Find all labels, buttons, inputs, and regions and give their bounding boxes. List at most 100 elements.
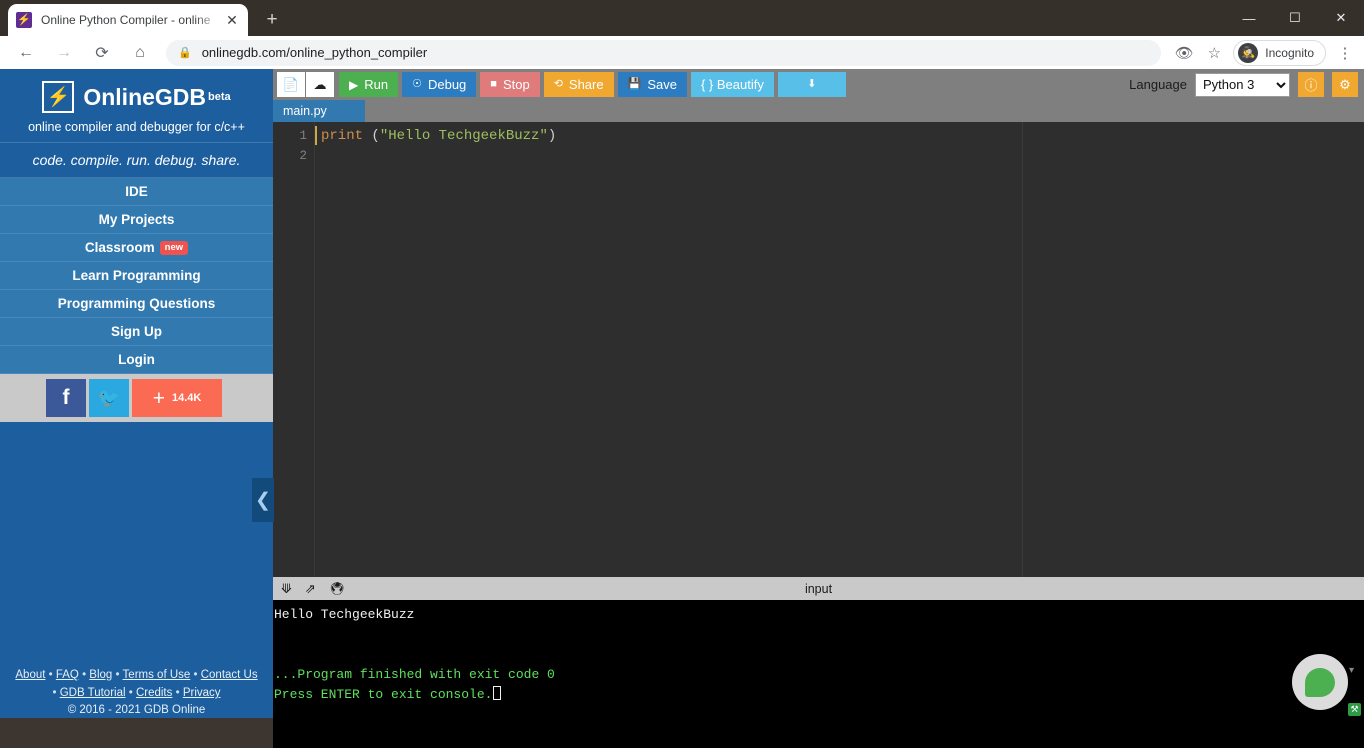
console-output[interactable]: Hello TechgeekBuzz ...Program finished w… [273,600,1364,748]
floppy-icon: 💾 [628,79,642,90]
browser-toolbar: ← → ⟳ ⌂ 🔒 onlinegdb.com/online_python_co… [0,36,1364,69]
sidebar-item-label: Login [118,352,155,367]
line-number-gutter: 1 2 [273,122,314,577]
footer-separator: • [52,687,59,699]
code-token-keyword: print [321,128,363,144]
upload-icon[interactable]: ☁ [306,72,334,97]
console-status-line: ...Program finished with exit code 0 [274,665,1364,685]
save-button[interactable]: 💾 Save [618,72,687,97]
sidebar-item-programming-questions[interactable]: Programming Questions [0,290,273,318]
sidebar-footer: About • FAQ • Blog • Terms of Use • Cont… [0,665,273,718]
gear-icon[interactable]: ⚙ [1332,72,1358,97]
forward-icon[interactable]: → [48,37,80,69]
footer-link-gdb-tutorial[interactable]: GDB Tutorial [60,687,126,699]
brand-subtitle: online compiler and debugger for c/c++ [0,120,273,134]
code-content[interactable]: print ("Hello TechgeekBuzz") [321,126,1364,146]
footer-separator: • [190,669,200,681]
ide-panel: 📄 ☁ ▶ Run ☉ Debug ■ Stop ⟲ Share 💾 Save [273,69,1364,718]
debug-button[interactable]: ☉ Debug [402,72,476,97]
extension-icon[interactable]: ⚒ [1348,703,1361,716]
new-file-icon[interactable]: 📄 [277,72,305,97]
tab-close-icon[interactable]: ✕ [224,12,240,28]
brand-block[interactable]: ⚡ OnlineGDB beta online compiler and deb… [0,69,273,142]
footer-separator: • [79,669,89,681]
sidebar-item-label: Learn Programming [72,268,200,283]
download-button[interactable]: ⬇ [778,72,846,97]
incognito-label: Incognito [1265,46,1314,60]
sidebar-item-label: IDE [125,184,148,199]
share-button[interactable]: ⟲ Share [544,72,614,97]
share-icon: ⟲ [554,79,563,90]
footer-separator: • [172,687,182,699]
back-icon[interactable]: ← [10,37,42,69]
footer-link-credits[interactable]: Credits [136,687,172,699]
browser-tab[interactable]: ⚡ Online Python Compiler - online ✕ [8,4,248,36]
code-token-open-paren: ( [371,128,379,144]
footer-link-contact[interactable]: Contact Us [201,669,258,681]
sidebar-item-my-projects[interactable]: My Projects [0,206,273,234]
home-icon[interactable]: ⌂ [124,37,156,69]
run-label: Run [364,77,388,92]
new-badge: new [160,241,188,255]
browser-tab-strip: ⚡ Online Python Compiler - online ✕ + — … [0,0,1364,36]
footer-separator: • [112,669,122,681]
star-icon[interactable]: ☆ [1199,38,1229,68]
window-close-button[interactable]: ✕ [1318,0,1364,36]
code-token-string: "Hello TechgeekBuzz" [380,128,548,144]
console-toolbar: ⟱ ⇗ 🖲 input [273,577,1364,600]
favicon-icon: ⚡ [16,12,32,28]
debug-label: Debug [428,77,466,92]
code-token-close-paren: ) [548,128,556,144]
footer-row-1: About • FAQ • Blog • Terms of Use • Cont… [0,665,273,683]
run-button[interactable]: ▶ Run [339,72,398,97]
window-maximize-button[interactable]: ☐ [1272,0,1318,36]
info-icon[interactable]: ⓘ [1298,72,1324,97]
window-minimize-button[interactable]: — [1226,0,1272,36]
line-number: 2 [273,146,307,166]
facebook-icon[interactable]: f [46,379,86,417]
file-tab-main-py[interactable]: main.py [273,100,365,122]
footer-row-2: • GDB Tutorial • Credits • Privacy [0,683,273,701]
square-icon: ■ [490,79,497,90]
sidebar-item-login[interactable]: Login [0,346,273,374]
footer-separator: • [45,669,55,681]
footer-link-faq[interactable]: FAQ [56,669,79,681]
share-count-button[interactable]: + 14.4K [132,379,222,417]
play-icon: ▶ [349,79,358,91]
console-output-line: Hello TechgeekBuzz [274,605,1364,625]
code-editor[interactable]: 1 2 print ("Hello TechgeekBuzz") [273,122,1364,577]
reload-icon[interactable]: ⟳ [86,37,118,69]
console-input-label: input [273,582,1364,596]
chat-widget-button[interactable] [1292,654,1348,710]
browser-menu-icon[interactable]: ⋮ [1330,38,1360,68]
sidebar-item-ide[interactable]: IDE [0,178,273,206]
sidebar-item-sign-up[interactable]: Sign Up [0,318,273,346]
console-prompt-line: Press ENTER to exit console. [274,685,1364,705]
address-bar[interactable]: 🔒 onlinegdb.com/online_python_compiler [166,40,1161,66]
new-tab-button[interactable]: + [258,6,286,34]
sidebar-item-learn-programming[interactable]: Learn Programming [0,262,273,290]
gutter-divider [314,122,315,577]
console-prompt-text: Press ENTER to exit console. [274,687,492,702]
window-controls: — ☐ ✕ [1226,0,1364,36]
footer-link-terms[interactable]: Terms of Use [123,669,191,681]
sidebar-item-classroom[interactable]: Classroomnew [0,234,273,262]
stop-button[interactable]: ■ Stop [480,72,539,97]
social-share-bar: f 🐦 + 14.4K [0,374,273,422]
lightning-bolt-icon: ⚡ [42,81,74,113]
footer-link-blog[interactable]: Blog [89,669,112,681]
sidebar-item-label: Programming Questions [58,296,216,311]
editor-tab-bar: main.py [273,100,1364,122]
language-select[interactable]: Python 3 [1195,73,1290,97]
file-tab-label: main.py [283,104,327,118]
footer-link-privacy[interactable]: Privacy [183,687,221,699]
beautify-button[interactable]: { } Beautify [691,72,774,97]
caret-down-icon[interactable]: ▾ [1349,665,1354,676]
incognito-indicator[interactable]: 🕵 Incognito [1233,40,1326,66]
eye-off-icon[interactable]: 👁 [1169,38,1199,68]
sidebar-tagline: code. compile. run. debug. share. [0,142,273,178]
footer-link-about[interactable]: About [15,669,45,681]
sidebar-collapse-button[interactable]: ❮ [252,478,274,522]
twitter-icon[interactable]: 🐦 [89,379,129,417]
lock-icon: 🔒 [178,46,192,59]
